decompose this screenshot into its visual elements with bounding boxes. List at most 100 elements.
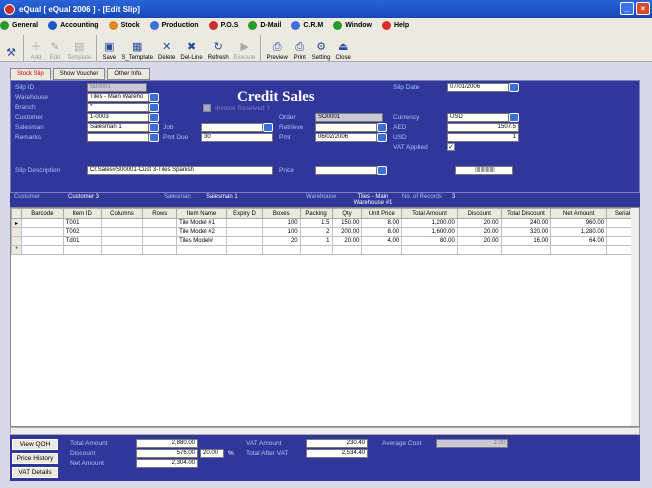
currency-lookup-button[interactable] <box>509 113 519 122</box>
toolbar-s-template-button[interactable]: ▦ S_Template <box>121 41 153 61</box>
pmt-due-field[interactable]: 30 <box>201 133 273 142</box>
table-cell[interactable] <box>550 245 608 255</box>
discount-amount-field[interactable]: 576.00 <box>136 449 198 458</box>
menu-stock[interactable]: Stock <box>108 20 140 30</box>
job-lookup-button[interactable] <box>263 123 273 132</box>
table-cell[interactable] <box>142 227 178 237</box>
table-cell[interactable]: 20.00 <box>456 218 502 228</box>
table-cell[interactable]: T002 <box>62 227 102 237</box>
row-selector[interactable] <box>11 227 22 237</box>
table-cell[interactable] <box>176 245 228 255</box>
table-cell[interactable]: 1,600.00 <box>401 227 458 237</box>
table-cell[interactable]: 2 <box>299 227 333 237</box>
branch-field[interactable]: * <box>87 103 149 112</box>
menu-d-mail[interactable]: D-Mail <box>248 20 281 30</box>
table-cell[interactable] <box>142 218 178 228</box>
table-cell[interactable]: 240.00 <box>500 218 552 228</box>
table-cell[interactable]: 16.00 <box>500 236 552 246</box>
price-history-button[interactable]: Price History <box>12 453 58 464</box>
close-window-button[interactable]: × <box>636 2 650 15</box>
table-cell[interactable] <box>100 245 144 255</box>
column-header[interactable]: Columns <box>100 208 144 219</box>
table-cell[interactable]: 20.00 <box>331 236 363 246</box>
menu-production[interactable]: Production <box>149 20 199 30</box>
row-selector[interactable] <box>11 236 22 246</box>
customer-field[interactable]: 1-0003 <box>87 113 149 122</box>
table-cell[interactable] <box>299 245 333 255</box>
table-cell[interactable] <box>20 227 64 237</box>
toolbar-delete-button[interactable]: ✕ Delete <box>158 41 175 61</box>
table-cell[interactable]: 150.00 <box>331 218 363 228</box>
table-cell[interactable] <box>20 236 64 246</box>
toolbar-setting-button[interactable]: ⚙ Setting <box>312 41 331 61</box>
invoice-received-checkbox[interactable] <box>203 104 211 112</box>
barcode-button[interactable]: ||||||||||||||| <box>455 166 513 175</box>
slip-id-field[interactable]: S00001 <box>87 83 147 92</box>
customer-lookup-button[interactable] <box>149 113 159 122</box>
menu-accounting[interactable]: Accounting <box>48 20 99 30</box>
tab-other-info[interactable]: Other Info. <box>107 68 150 80</box>
tab-show-voucher[interactable]: Show Voucher <box>52 68 106 80</box>
table-cell[interactable]: Tile Model #1 <box>176 218 228 228</box>
minimize-button[interactable]: _ <box>620 2 634 15</box>
menu-c-r-m[interactable]: C.R.M <box>291 20 323 30</box>
column-header[interactable]: Expiry D <box>226 208 263 219</box>
table-cell[interactable] <box>100 227 144 237</box>
aed-rate-field[interactable]: 1507.5 <box>447 123 519 132</box>
branch-lookup-button[interactable] <box>149 103 159 112</box>
price-field[interactable] <box>315 166 377 175</box>
retrieve-lookup-button[interactable] <box>377 123 387 132</box>
slip-description-field[interactable]: Cr.Sales#S00001-Cust 3-Tiles Spanish <box>87 166 273 175</box>
vat-applied-checkbox[interactable]: ✓ <box>447 143 455 151</box>
table-cell[interactable]: 100 <box>261 218 301 228</box>
table-cell[interactable]: 20.00 <box>456 236 502 246</box>
column-header[interactable]: Qty <box>331 208 363 219</box>
salesman-lookup-button[interactable] <box>149 123 159 132</box>
column-header[interactable]: Total Discount <box>500 208 552 219</box>
column-header[interactable]: Discount <box>456 208 502 219</box>
table-cell[interactable]: 80.00 <box>401 236 458 246</box>
column-header[interactable]: Item Name <box>176 208 228 219</box>
table-cell[interactable] <box>456 245 502 255</box>
column-header[interactable]: Net Amount <box>550 208 608 219</box>
table-cell[interactable] <box>142 236 178 246</box>
table-cell[interactable]: 1.5 <box>299 218 333 228</box>
toolbar-tool-button[interactable]: ⚒ <box>4 47 18 61</box>
price-lookup-button[interactable] <box>377 166 387 175</box>
table-cell[interactable] <box>226 236 263 246</box>
slip-date-picker-button[interactable] <box>509 83 519 92</box>
view-qoh-button[interactable]: View QOH <box>12 439 58 450</box>
toolbar-save-button[interactable]: ▣ Save <box>102 41 117 61</box>
pmt-date-picker-button[interactable] <box>377 133 387 142</box>
table-cell[interactable]: Tile Model #2 <box>176 227 228 237</box>
usd-rate-field[interactable]: 1 <box>447 133 519 142</box>
table-cell[interactable] <box>401 245 458 255</box>
new-row[interactable]: * <box>11 245 639 255</box>
grid-vertical-scrollbar[interactable] <box>631 208 639 426</box>
table-cell[interactable] <box>226 245 263 255</box>
table-cell[interactable]: 20.00 <box>456 227 502 237</box>
table-cell[interactable]: 64.00 <box>550 236 608 246</box>
table-cell[interactable]: Td01 <box>62 236 102 246</box>
table-cell[interactable]: 4.00 <box>361 236 403 246</box>
table-row[interactable]: T002 Tile Model #2 100 2 200.00 8.00 1,600.00 2… <box>11 227 639 237</box>
table-row[interactable]: ▸ T001 Tile Model #1 100 1.5 150.00 8.00 1,200.… <box>11 218 639 228</box>
table-cell[interactable]: 8.00 <box>361 218 403 228</box>
table-cell[interactable]: T001 <box>62 218 102 228</box>
table-cell[interactable]: 320.00 <box>500 227 552 237</box>
row-selector[interactable]: ▸ <box>11 218 22 228</box>
tab-stock-slip[interactable]: Stock Slip <box>10 68 51 80</box>
table-cell[interactable]: 8.00 <box>361 227 403 237</box>
table-cell[interactable] <box>142 245 178 255</box>
toolbar-preview-button[interactable]: ⎙ Preview <box>266 41 287 61</box>
discount-percent-field[interactable]: 20.00 <box>200 449 224 458</box>
slip-date-field[interactable]: 07/01/2006 <box>447 83 509 92</box>
table-cell[interactable]: Tiles Model# <box>176 236 228 246</box>
table-cell[interactable]: 1 <box>299 236 333 246</box>
table-cell[interactable]: 100 <box>261 227 301 237</box>
table-cell[interactable] <box>20 218 64 228</box>
column-header[interactable]: Total Amount <box>401 208 458 219</box>
job-field[interactable] <box>201 123 263 132</box>
table-row[interactable]: Td01 Tiles Model# 20 1 20.00 4.00 80.00 20.00 16… <box>11 236 639 246</box>
menu-general[interactable]: General <box>0 20 38 30</box>
